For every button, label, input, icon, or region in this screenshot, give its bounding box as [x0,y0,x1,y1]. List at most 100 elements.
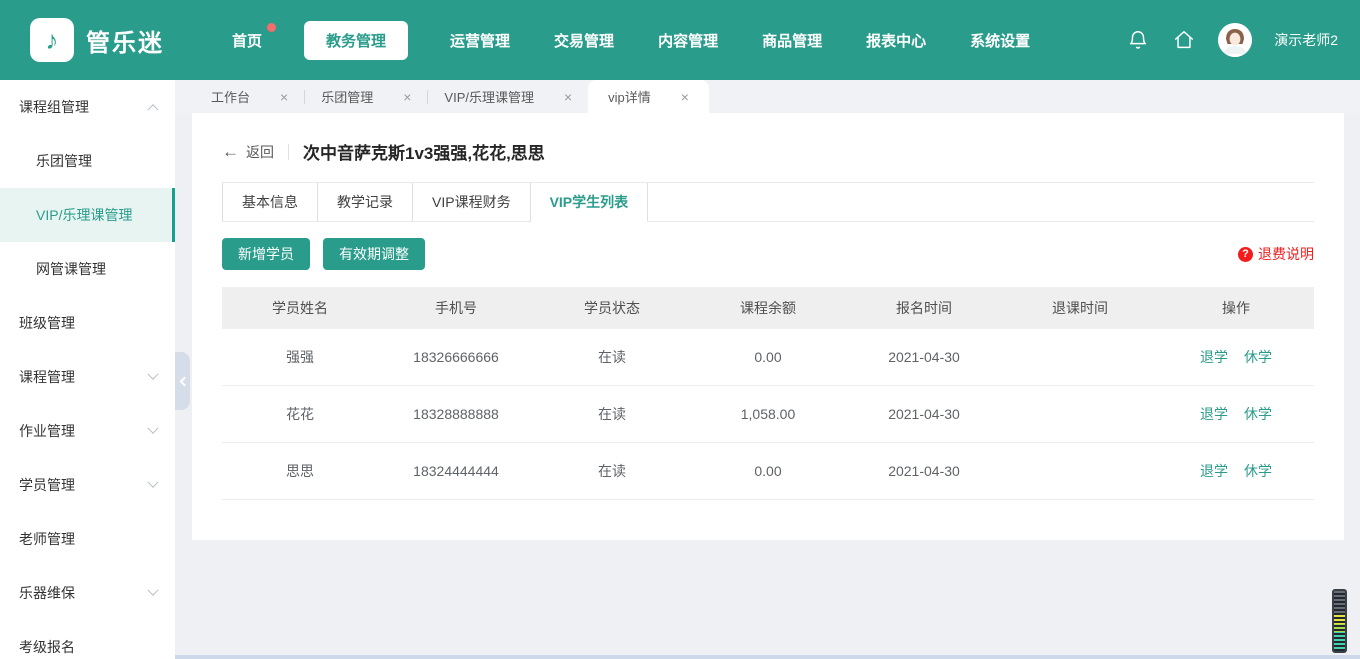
brand: ♪ 管乐迷 [30,18,164,62]
tab-label: 工作台 [211,87,250,106]
suspend-link[interactable]: 休学 [1244,347,1272,367]
sidebar-item-homework-mgmt[interactable]: 作业管理 [0,404,175,458]
sidebar-item-online-class-mgmt[interactable]: 网管课管理 [0,242,175,296]
bell-icon[interactable] [1126,28,1150,52]
sidebar-item-vip-theory-mgmt[interactable]: VIP/乐理课管理 [0,188,175,242]
detail-tabs: 基本信息 教学记录 VIP课程财务 VIP学生列表 [222,183,1314,222]
title-divider [288,144,289,160]
close-icon[interactable]: × [403,90,411,104]
nav-item-operations-mgmt[interactable]: 运营管理 [448,21,512,60]
sidebar-item-label: 课程管理 [19,367,75,387]
nav-item-report-center[interactable]: 报表中心 [864,21,928,60]
tab-label: VIP/乐理课管理 [444,87,534,106]
cell-phone: 18324444444 [378,463,534,479]
suspend-link[interactable]: 休学 [1244,461,1272,481]
cell-actions: 退学 休学 [1158,347,1314,367]
nav-item-home-label: 首页 [232,33,262,50]
chevron-down-icon [147,477,158,488]
tab-workbench[interactable]: 工作台 × [195,80,304,113]
header-actions: 操作 [1158,298,1314,318]
sidebar-item-instrument-maintenance[interactable]: 乐器维保 [0,566,175,620]
validity-adjust-button[interactable]: 有效期调整 [323,238,425,270]
avatar[interactable] [1218,23,1252,57]
sidebar-item-teacher-mgmt[interactable]: 老师管理 [0,512,175,566]
cell-enroll-date: 2021-04-30 [846,463,1002,479]
sidebar-item-label: 学员管理 [19,475,75,495]
horizontal-scrollbar[interactable] [0,655,1360,659]
chevron-up-icon [147,104,158,115]
nav-item-transaction-mgmt[interactable]: 交易管理 [552,21,616,60]
header-phone: 手机号 [378,298,534,318]
chevron-down-icon [147,423,158,434]
chevron-down-icon [147,585,158,596]
sidebar-item-class-mgmt[interactable]: 班级管理 [0,296,175,350]
chevron-left-icon [179,376,189,386]
tab-basic-info[interactable]: 基本信息 [222,183,318,222]
table-row: 花花 18328888888 在读 1,058.00 2021-04-30 退学… [222,386,1314,443]
add-student-button[interactable]: 新增学员 [222,238,310,270]
student-table: 学员姓名 手机号 学员状态 课程余额 报名时间 退课时间 操作 强强 18326… [222,287,1314,500]
cell-phone: 18328888888 [378,406,534,422]
home-icon[interactable] [1172,28,1196,52]
tab-vip-student-list[interactable]: VIP学生列表 [531,183,649,222]
header-status: 学员状态 [534,298,690,318]
table-row: 强强 18326666666 在读 0.00 2021-04-30 退学 休学 [222,329,1314,386]
table-header-row: 学员姓名 手机号 学员状态 课程余额 报名时间 退课时间 操作 [222,287,1314,329]
tab-label: 乐团管理 [321,87,373,106]
tab-teaching-records[interactable]: 教学记录 [318,183,413,222]
cell-status: 在读 [534,461,690,481]
toolbar: 新增学员 有效期调整 ? 退费说明 [222,238,1314,270]
nav-item-product-mgmt[interactable]: 商品管理 [760,21,824,60]
user-name[interactable]: 演示老师2 [1274,30,1338,50]
close-icon[interactable]: × [681,90,689,104]
brand-name: 管乐迷 [86,23,164,58]
top-nav: 首页 教务管理 运营管理 交易管理 内容管理 商品管理 报表中心 系统设置 [230,21,1032,60]
body-row: 课程组管理 乐团管理 VIP/乐理课管理 网管课管理 班级管理 课程管理 作业管… [0,80,1360,659]
back-arrow-icon: ← [222,143,239,160]
top-header: ♪ 管乐迷 首页 教务管理 运营管理 交易管理 内容管理 商品管理 报表中心 系… [0,0,1360,80]
drop-out-link[interactable]: 退学 [1200,347,1228,367]
help-icon: ? [1238,247,1253,262]
music-note-icon: ♪ [30,18,74,62]
close-icon[interactable]: × [564,90,572,104]
content-area: 工作台 × 乐团管理 × VIP/乐理课管理 × vip详情 × [175,80,1360,659]
refund-note-link[interactable]: ? 退费说明 [1238,244,1314,264]
nav-item-content-mgmt[interactable]: 内容管理 [656,21,720,60]
suspend-link[interactable]: 休学 [1244,404,1272,424]
sidebar-item-student-mgmt[interactable]: 学员管理 [0,458,175,512]
cell-course-balance: 0.00 [690,463,846,479]
cell-phone: 18326666666 [378,349,534,365]
tab-orchestra-mgmt[interactable]: 乐团管理 × [305,80,427,113]
sidebar-collapse-handle[interactable] [175,352,190,410]
cell-status: 在读 [534,347,690,367]
cell-enroll-date: 2021-04-30 [846,406,1002,422]
tab-vip-theory-mgmt[interactable]: VIP/乐理课管理 × [428,80,588,113]
sidebar: 课程组管理 乐团管理 VIP/乐理课管理 网管课管理 班级管理 课程管理 作业管… [0,80,175,659]
header-quit-date: 退课时间 [1002,298,1158,318]
back-label: 返回 [246,142,274,162]
back-button[interactable]: ← 返回 [222,142,274,162]
close-icon[interactable]: × [280,90,288,104]
header-enroll-date: 报名时间 [846,298,1002,318]
sidebar-item-orchestra-mgmt[interactable]: 乐团管理 [0,134,175,188]
chevron-down-icon [147,369,158,380]
sidebar-item-label: 作业管理 [19,421,75,441]
nav-item-academic-mgmt[interactable]: 教务管理 [304,21,408,60]
drop-out-link[interactable]: 退学 [1200,461,1228,481]
cell-status: 在读 [534,404,690,424]
tab-label: vip详情 [608,87,651,106]
drop-out-link[interactable]: 退学 [1200,404,1228,424]
cell-course-balance: 0.00 [690,349,846,365]
sidebar-item-exam-registration[interactable]: 考级报名 [0,620,175,659]
level-meter-widget [1332,589,1347,653]
sidebar-item-course-mgmt[interactable]: 课程管理 [0,350,175,404]
cell-student-name: 花花 [222,404,378,424]
tab-vip-detail[interactable]: vip详情 × [588,80,709,113]
header-course-balance: 课程余额 [690,298,846,318]
notification-dot [267,23,276,32]
nav-item-system-settings[interactable]: 系统设置 [968,21,1032,60]
tab-vip-course-finance[interactable]: VIP课程财务 [413,183,531,222]
cell-actions: 退学 休学 [1158,461,1314,481]
nav-item-home[interactable]: 首页 [230,21,264,60]
sidebar-item-course-group-mgmt[interactable]: 课程组管理 [0,80,175,134]
